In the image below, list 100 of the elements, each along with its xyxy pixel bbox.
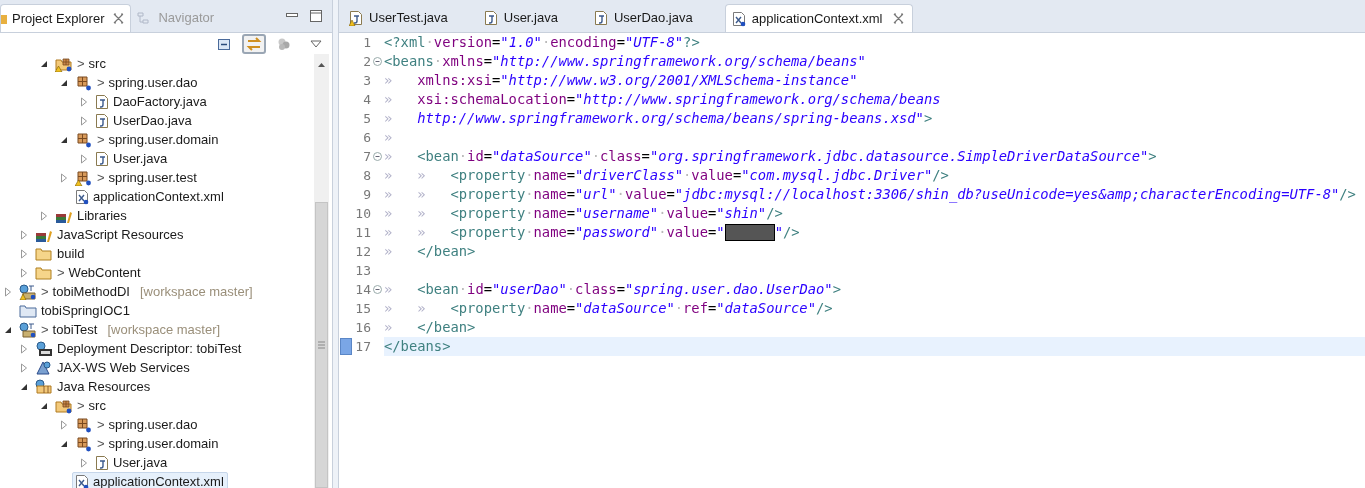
xml-file-icon	[731, 10, 746, 27]
tree-item[interactable]: User.java	[92, 149, 172, 168]
package-folder-icon	[55, 397, 73, 414]
line-number: 17	[354, 337, 371, 356]
expand-toggle-icon[interactable]	[40, 210, 48, 221]
line-number: 14	[354, 280, 371, 299]
line-number: 1	[362, 33, 371, 52]
tree-item[interactable]: > spring.user.domain	[72, 434, 223, 453]
code-text: » <bean·id="userDao"·class="spring.user.dao.UserDao">	[384, 280, 841, 300]
swap-arrows-icon	[246, 36, 262, 51]
java-file-icon	[349, 10, 363, 26]
tree-item[interactable]: build	[32, 244, 89, 263]
folder-icon	[19, 302, 37, 319]
tree-item[interactable]: > spring.user.dao	[72, 415, 202, 434]
java-file-icon	[95, 454, 109, 471]
expand-toggle-icon[interactable]	[20, 343, 28, 354]
tree-item[interactable]: JAX-WS Web Services	[32, 358, 194, 377]
expand-toggle-icon[interactable]	[60, 419, 68, 430]
tree-item[interactable]: > spring.user.domain	[72, 130, 223, 149]
tree-item[interactable]: DaoFactory.java	[92, 92, 211, 111]
code-text: » » <property·name="url"·value="jdbc:mysql://localhost:3306/shin_db?useUnicode=yes&amp;characterEncoding=UTF-8"/>	[384, 185, 1356, 205]
close-icon[interactable]	[892, 13, 904, 24]
code-text: » <bean·id="dataSource"·class="org.springframework.jdbc.datasource.SimpleDriverDataSource">	[384, 147, 1157, 167]
expand-toggle-icon[interactable]	[4, 286, 12, 297]
redaction-bar	[724, 224, 775, 241]
expand-toggle-icon[interactable]	[20, 229, 28, 240]
editor-tab[interactable]: UserDao.java	[587, 4, 701, 32]
tree-item[interactable]: > src	[52, 396, 110, 415]
package-folder-icon	[55, 55, 73, 72]
java-file-icon	[95, 150, 109, 167]
editor-tab[interactable]: UserTest.java	[343, 4, 456, 32]
expand-toggle-icon[interactable]	[4, 325, 12, 334]
tree-item[interactable]: > tobiTest [workspace master]	[16, 320, 225, 339]
tree-item[interactable]: User.java	[92, 453, 172, 472]
close-icon[interactable]	[113, 13, 125, 24]
expand-toggle-icon[interactable]	[80, 96, 88, 107]
line-number: 13	[354, 261, 371, 280]
scroll-up-icon[interactable]	[317, 62, 326, 68]
folder-icon	[1, 12, 7, 25]
line-number: 3	[362, 71, 371, 90]
collapse-all-icon[interactable]	[216, 36, 232, 51]
view-menu-icon[interactable]	[310, 39, 322, 48]
package-icon	[75, 435, 93, 452]
code-text: » </bean>	[384, 318, 476, 338]
line-number: 7	[362, 147, 371, 166]
tree-item[interactable]: Deployment Descriptor: tobiTest	[32, 339, 246, 358]
expand-toggle-icon[interactable]	[40, 59, 48, 68]
tree-item[interactable]: > WebContent	[32, 263, 145, 282]
link-with-editor-button[interactable]	[242, 33, 266, 54]
line-number: 10	[354, 204, 371, 223]
expand-toggle-icon[interactable]	[60, 439, 68, 448]
editor-tab[interactable]: applicationContext.xml	[724, 4, 913, 32]
tree-item[interactable]: Java Resources	[32, 377, 155, 396]
line-number: 15	[354, 299, 371, 318]
folder-icon	[35, 245, 53, 262]
tree-item[interactable]: JavaScript Resources	[32, 225, 188, 244]
view-tab[interactable]: Project Explorer	[0, 4, 132, 32]
code-text: » </bean>	[384, 242, 476, 262]
filter-icon[interactable]	[276, 36, 292, 51]
expand-toggle-icon[interactable]	[60, 172, 68, 183]
expand-toggle-icon[interactable]	[60, 78, 68, 87]
maximize-icon[interactable]	[310, 10, 322, 22]
tree-item[interactable]: applicationContext.xml	[72, 187, 228, 206]
java-file-icon	[593, 10, 608, 26]
line-number: 12	[354, 242, 371, 261]
fold-icon[interactable]	[373, 152, 382, 161]
code-text: <?xml·version="1.0"·encoding="UTF-8"?>	[384, 33, 700, 53]
package-icon	[75, 131, 93, 148]
expand-toggle-icon[interactable]	[80, 457, 88, 468]
expand-toggle-icon[interactable]	[60, 135, 68, 144]
tree-item[interactable]: applicationContext.xml	[72, 472, 228, 488]
descriptor-icon	[35, 340, 53, 357]
line-number: 6	[362, 128, 371, 147]
tree-item[interactable]: UserDao.java	[92, 111, 196, 130]
tree-item[interactable]: > tobiMethodDI [workspace master]	[16, 282, 257, 301]
expand-toggle-icon[interactable]	[80, 115, 88, 126]
tree-item[interactable]: > spring.user.test	[72, 168, 201, 187]
code-text: » » <property·name="driverClass"·value="com.mysql.jdbc.Driver"/>	[384, 166, 949, 186]
tree-item[interactable]: > spring.user.dao	[72, 73, 202, 92]
tree-item[interactable]: tobiSpringIOC1	[16, 301, 134, 320]
expand-toggle-icon[interactable]	[40, 401, 48, 410]
java-file-icon	[95, 93, 109, 110]
fold-icon[interactable]	[373, 57, 382, 66]
package-icon	[75, 74, 93, 91]
globe-project-icon	[19, 283, 37, 300]
expand-toggle-icon[interactable]	[20, 267, 28, 278]
expand-toggle-icon[interactable]	[20, 248, 28, 259]
expand-toggle-icon[interactable]	[20, 362, 28, 373]
globe-project-icon	[19, 321, 37, 338]
code-text: » » <property·name="dataSource"·ref="dataSource"/>	[384, 299, 833, 319]
expand-toggle-icon[interactable]	[20, 382, 28, 391]
scrollbar[interactable]	[314, 54, 329, 488]
tree-item[interactable]: Libraries	[52, 206, 131, 225]
expand-toggle-icon[interactable]	[80, 153, 88, 164]
java-resources-icon	[35, 378, 53, 395]
editor-tab[interactable]: User.java	[477, 4, 566, 32]
code-text: » http://www.springframework.org/schema/beans/spring-beans.xsd">	[384, 109, 933, 129]
java-file-icon	[483, 10, 498, 26]
tree-item[interactable]: > src	[52, 54, 110, 73]
fold-icon[interactable]	[373, 285, 382, 294]
